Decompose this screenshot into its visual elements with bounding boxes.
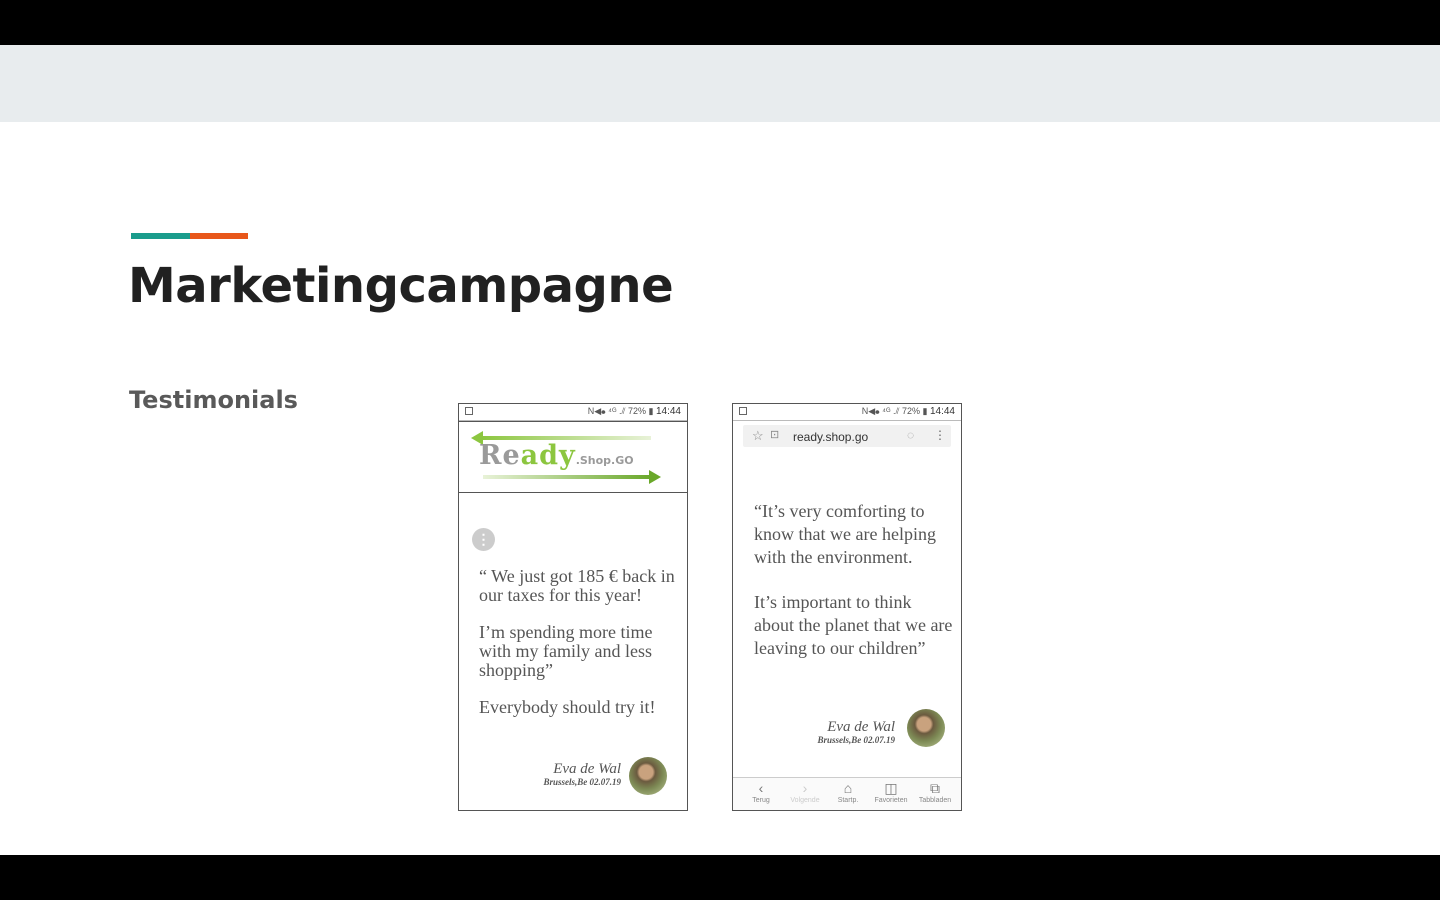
avatar: [629, 757, 667, 795]
back-icon: ‹: [758, 780, 764, 796]
slide-subtitle: Testimonials: [129, 386, 298, 414]
arrow-right-icon: [483, 470, 661, 484]
url-text[interactable]: ready.shop.go: [793, 430, 868, 444]
signature-name: Eva de Wal: [827, 719, 895, 735]
testimonial-quote: “ We just got 185 € back in our taxes fo…: [479, 567, 679, 735]
slide-title: Marketingcampagne: [128, 258, 674, 314]
nav-home-button[interactable]: ⌂ Startp.: [826, 780, 870, 805]
status-bar: N◀⦁ ⁴ᴳ .⫽ 72% ▮ 14:44: [459, 404, 687, 421]
menu-icon[interactable]: ⋮: [934, 428, 946, 442]
signature: Eva de Wal Brussels,Be 02.07.19: [817, 720, 895, 746]
header-band: [0, 45, 1440, 122]
reload-icon[interactable]: ◌: [907, 428, 914, 442]
bookmarks-icon: ◫: [884, 780, 898, 796]
star-icon[interactable]: ☆: [752, 428, 764, 444]
phone-screenshot-2: N◀⦁ ⁴ᴳ .⫽ 72% ▮ 14:44 ☆ ⊡ ready.shop.go …: [732, 403, 962, 811]
forward-icon: ›: [802, 780, 808, 796]
status-bar: N◀⦁ ⁴ᴳ .⫽ 72% ▮ 14:44: [733, 404, 961, 421]
more-options-icon[interactable]: ⋮: [472, 528, 495, 551]
ready-shop-go-logo: Ready.Shop.GO: [459, 421, 687, 493]
signature-place-date: Brussels,Be 02.07.19: [543, 777, 621, 787]
status-icons: N◀⦁ ⁴ᴳ .⫽ 72% ▮: [861, 406, 928, 416]
top-letterbox: [0, 0, 1440, 45]
tabs-icon: ⧉: [930, 780, 940, 796]
quote-paragraph: “It’s very comforting to know that we ar…: [754, 501, 936, 567]
accent-bar-orange: [190, 233, 248, 239]
testimonial-quote: “It’s very comforting to know that we ar…: [754, 500, 954, 682]
nav-tabs-button[interactable]: ⧉ Tabbladen: [913, 780, 957, 805]
phone-screenshot-1: N◀⦁ ⁴ᴳ .⫽ 72% ▮ 14:44 Ready.Shop.GO ⋮ “ …: [458, 403, 688, 811]
notification-icon: [739, 407, 747, 415]
slide-canvas: [0, 122, 1440, 855]
notification-icon: [465, 407, 473, 415]
browser-address-bar[interactable]: ☆ ⊡ ready.shop.go ◌ ⋮: [743, 425, 951, 447]
home-icon: ⌂: [843, 780, 853, 796]
status-time: 14:44: [655, 406, 681, 417]
signature: Eva de Wal Brussels,Be 02.07.19: [543, 762, 621, 788]
accent-bar-teal: [131, 233, 190, 239]
quote-paragraph: I’m spending more time with my family an…: [479, 622, 653, 680]
quote-paragraph: It’s important to think about the planet…: [754, 592, 953, 658]
avatar: [907, 709, 945, 747]
status-icons: N◀⦁ ⁴ᴳ .⫽ 72% ▮: [587, 406, 654, 416]
status-time: 14:44: [929, 406, 955, 417]
signature-name: Eva de Wal: [553, 761, 621, 777]
browser-nav-bar: ‹ Terug › Volgende ⌂ Startp. ◫ Favoriete…: [733, 777, 961, 810]
nav-forward-button[interactable]: › Volgende: [783, 780, 827, 805]
nav-bookmarks-button[interactable]: ◫ Favorieten: [869, 780, 913, 805]
signature-place-date: Brussels,Be 02.07.19: [817, 735, 895, 745]
nav-back-button[interactable]: ‹ Terug: [739, 780, 783, 805]
logo-wordmark: Ready.Shop.GO: [479, 440, 634, 471]
bottom-letterbox: [0, 855, 1440, 900]
quote-paragraph: “ We just got 185 € back in our taxes fo…: [479, 566, 675, 605]
quote-paragraph: Everybody should try it!: [479, 697, 656, 717]
lock-icon: ⊡: [770, 429, 780, 441]
